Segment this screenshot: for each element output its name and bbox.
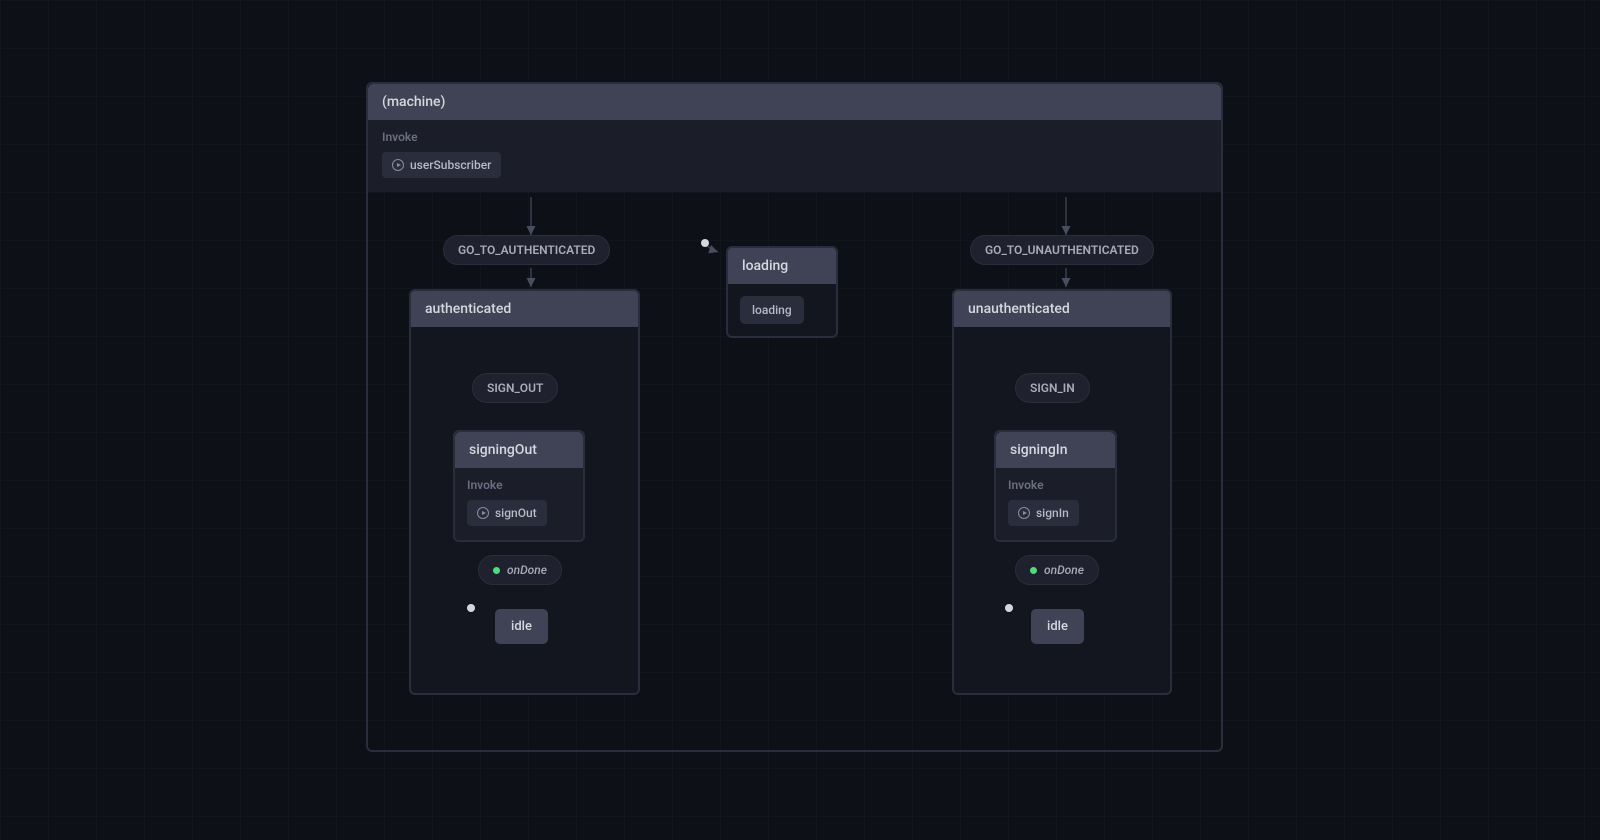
root-title: (machine) (368, 84, 1221, 120)
invoke-label: Invoke (382, 130, 1207, 144)
play-icon (1018, 507, 1030, 519)
event-go-to-unauthenticated[interactable]: GO_TO_UNAUTHENTICATED (970, 235, 1154, 265)
initial-marker-loading (701, 239, 709, 247)
play-icon (477, 507, 489, 519)
state-unauthenticated-title: unauthenticated (954, 291, 1170, 327)
invoke-label-signin: Invoke (1008, 478, 1103, 492)
green-dot-icon (493, 567, 500, 574)
state-authenticated-title: authenticated (411, 291, 638, 327)
initial-marker-idle1 (467, 604, 475, 612)
initial-marker-idle2 (1005, 604, 1013, 612)
play-icon (392, 159, 404, 171)
state-loading-box[interactable]: loading loading (726, 246, 838, 338)
invoke-service-name: userSubscriber (410, 158, 491, 172)
state-idle-2[interactable]: idle (1031, 609, 1084, 644)
state-loading-title: loading (728, 248, 836, 284)
state-signingIn[interactable]: signingIn Invoke signIn (994, 430, 1117, 542)
event-onDone-signout[interactable]: onDone (478, 555, 562, 585)
invoke-userSubscriber[interactable]: userSubscriber (382, 152, 501, 178)
state-signingOut-title: signingOut (455, 432, 583, 468)
root-invoke-section: Invoke userSubscriber (368, 120, 1221, 192)
event-go-to-authenticated[interactable]: GO_TO_AUTHENTICATED (443, 235, 610, 265)
state-signingIn-body: Invoke signIn (996, 468, 1115, 540)
state-signingOut[interactable]: signingOut Invoke signOut (453, 430, 585, 542)
event-sign-in[interactable]: SIGN_IN (1015, 373, 1090, 403)
state-signingOut-body: Invoke signOut (455, 468, 583, 540)
loading-chip: loading (740, 296, 804, 324)
invoke-signOut[interactable]: signOut (467, 500, 547, 526)
invoke-signIn[interactable]: signIn (1008, 500, 1079, 526)
statechart-canvas[interactable]: (machine) Invoke userSubscriber GO_TO_AU… (0, 0, 1600, 840)
state-idle-1[interactable]: idle (495, 609, 548, 644)
invoke-label-signout: Invoke (467, 478, 571, 492)
event-onDone-signin[interactable]: onDone (1015, 555, 1099, 585)
event-sign-out[interactable]: SIGN_OUT (472, 373, 558, 403)
green-dot-icon (1030, 567, 1037, 574)
state-signingIn-title: signingIn (996, 432, 1115, 468)
